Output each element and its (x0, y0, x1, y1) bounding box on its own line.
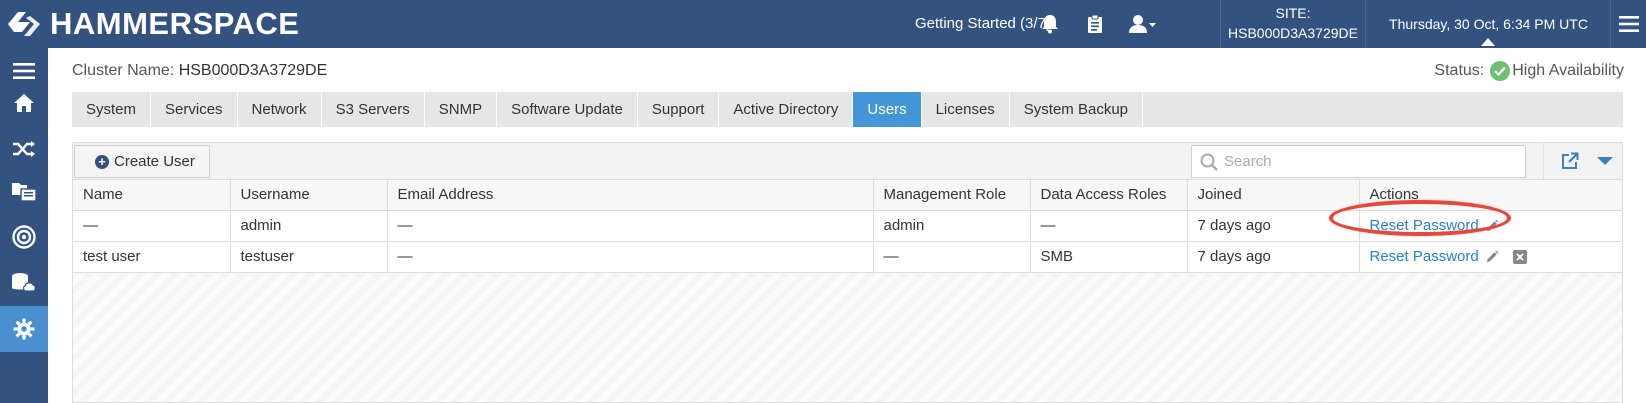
search-icon (1200, 153, 1218, 171)
tab-snmp[interactable]: SNMP (425, 92, 498, 127)
sidebar-target-icon[interactable] (0, 214, 48, 260)
cell-name: — (73, 210, 231, 242)
clipboard-icon[interactable] (1077, 0, 1113, 48)
sidebar-files-icon[interactable] (0, 168, 48, 214)
cell-email: — (387, 241, 874, 273)
search-box (1191, 145, 1526, 178)
cell-username: testuser (230, 241, 388, 273)
top-bar: HAMMERSPACE Getting Started (3/7) SITE: … (0, 0, 1646, 48)
datetime-caret-icon (1481, 38, 1495, 46)
search-input[interactable] (1218, 146, 1525, 177)
cell-joined: 7 days ago (1187, 210, 1360, 242)
column-header-name[interactable]: Name (73, 180, 231, 211)
create-user-button[interactable]: + Create User (74, 145, 210, 178)
cell-management-role: — (873, 241, 1031, 273)
cluster-name: Cluster Name: HSB000D3A3729DE (72, 58, 327, 84)
hammerspace-logo-icon (8, 12, 40, 36)
user-menu-icon[interactable] (1122, 0, 1164, 48)
site-value: HSB000D3A3729DE (1228, 25, 1358, 41)
status-ok-check-icon (1490, 61, 1511, 81)
status-label: Status: (1434, 62, 1485, 79)
chevron-down-icon[interactable] (1591, 147, 1619, 175)
reset-password-link[interactable]: Reset Password (1370, 248, 1479, 265)
tab-services[interactable]: Services (151, 92, 238, 127)
table-row: — admin — admin — 7 days ago Reset Passw… (73, 210, 1622, 242)
users-table: Name Username Email Address Management R… (73, 180, 1622, 273)
cluster-name-value: HSB000D3A3729DE (178, 62, 328, 79)
tab-support[interactable]: Support (638, 92, 720, 127)
sidebar (0, 48, 48, 403)
site-label: SITE: (1275, 5, 1311, 21)
tab-software-update[interactable]: Software Update (497, 92, 638, 127)
tab-licenses[interactable]: Licenses (922, 92, 1010, 127)
status-value: High Availability (1512, 62, 1624, 79)
brand-name: HAMMERSPACE (50, 6, 300, 41)
cell-name: test user (73, 241, 231, 273)
cell-actions: Reset Password (1359, 210, 1622, 242)
tab-active-directory[interactable]: Active Directory (719, 92, 854, 127)
tab-users[interactable]: Users (853, 92, 922, 127)
edit-pencil-icon[interactable] (1485, 250, 1499, 264)
table-row: test user testuser — — SMB 7 days ago Re… (73, 241, 1622, 273)
hamburger-menu-icon[interactable] (1612, 0, 1646, 48)
toolbar-divider (1543, 143, 1544, 180)
reset-password-link[interactable]: Reset Password (1370, 217, 1479, 234)
edit-pencil-icon[interactable] (1485, 219, 1499, 233)
getting-started-link[interactable]: Getting Started (3/7) (915, 0, 1051, 48)
users-panel: + Create User Name Username Email Addres… (72, 142, 1623, 403)
cluster-name-label: Cluster Name: (72, 62, 175, 79)
notifications-bell-icon[interactable] (1032, 0, 1068, 48)
export-icon[interactable] (1555, 147, 1585, 175)
create-user-label: Create User (114, 153, 195, 170)
cell-management-role: admin (873, 210, 1031, 242)
delete-user-icon[interactable] (1512, 249, 1527, 264)
sidebar-home-icon[interactable] (0, 80, 48, 126)
tab-s3-servers[interactable]: S3 Servers (322, 92, 425, 127)
column-header-joined[interactable]: Joined (1187, 180, 1360, 211)
cell-data-access-roles: SMB (1030, 241, 1188, 273)
cell-actions: Reset Password (1359, 241, 1622, 273)
settings-tabs: System Services Network S3 Servers SNMP … (72, 92, 1623, 127)
cell-joined: 7 days ago (1187, 241, 1360, 273)
column-header-actions: Actions (1359, 180, 1622, 211)
column-header-email[interactable]: Email Address (387, 180, 874, 211)
column-header-management-role[interactable]: Management Role (873, 180, 1031, 211)
cell-email: — (387, 210, 874, 242)
cell-username: admin (230, 210, 388, 242)
sidebar-settings-gear-icon[interactable] (0, 306, 48, 352)
site-indicator[interactable]: SITE: HSB000D3A3729DE (1220, 0, 1366, 48)
tab-system-backup[interactable]: System Backup (1010, 92, 1144, 127)
table-header-row: Name Username Email Address Management R… (73, 180, 1622, 211)
tab-network[interactable]: Network (238, 92, 322, 127)
users-toolbar: + Create User (73, 143, 1622, 180)
cell-data-access-roles: — (1030, 210, 1188, 242)
column-header-username[interactable]: Username (230, 180, 388, 211)
tab-system[interactable]: System (72, 92, 152, 127)
plus-circle-icon: + (95, 154, 109, 169)
sidebar-shuffle-icon[interactable] (0, 126, 48, 172)
cluster-status: Status: High Availability (1434, 58, 1624, 84)
sidebar-storage-icon[interactable] (0, 260, 48, 306)
brand[interactable]: HAMMERSPACE (4, 4, 300, 44)
column-header-data-access-roles[interactable]: Data Access Roles (1030, 180, 1188, 211)
